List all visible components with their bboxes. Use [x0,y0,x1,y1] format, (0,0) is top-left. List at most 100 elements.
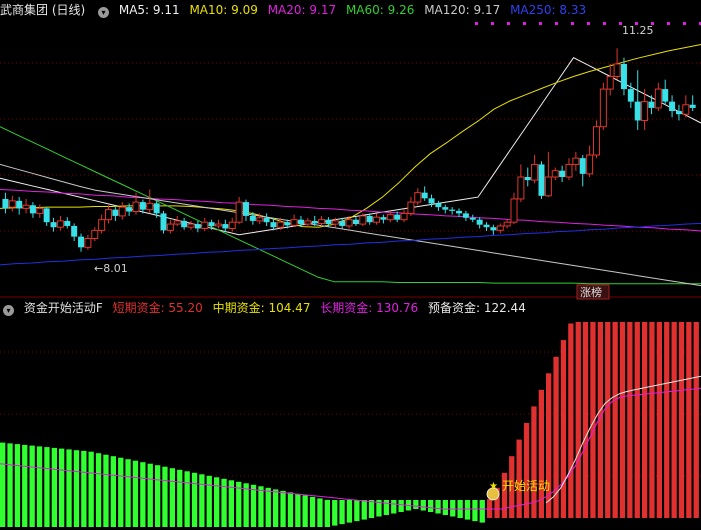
candle-body[interactable] [98,219,106,231]
fund-bar[interactable] [442,500,448,515]
candle-body[interactable] [36,207,44,214]
fund-bar[interactable] [177,469,183,527]
fund-bar[interactable] [66,449,72,527]
fund-bar[interactable] [162,466,168,527]
fund-bar[interactable] [206,475,212,527]
fund-bar[interactable] [361,500,367,520]
fund-bar[interactable] [450,500,456,517]
fund-bar[interactable] [191,472,198,527]
candle-body[interactable] [476,219,483,225]
candle-body[interactable] [50,222,57,228]
fund-bar[interactable] [383,500,389,515]
fund-bar[interactable] [214,477,220,527]
fund-bar[interactable] [619,322,626,518]
candle-body[interactable] [201,221,209,229]
candle-body[interactable] [345,219,353,227]
candle-body[interactable] [641,101,649,121]
candle-body[interactable] [524,176,531,181]
candle-body[interactable] [263,217,270,223]
fund-bar[interactable] [22,444,28,527]
candle-body[interactable] [290,219,298,226]
candle-body[interactable] [112,209,119,216]
fund-bar[interactable] [132,460,139,527]
fund-bar[interactable] [346,500,353,523]
fund-bar[interactable] [560,340,567,518]
limit-up-badge[interactable]: 涨榜 [580,285,602,299]
candle-body[interactable] [297,219,304,225]
candle-body[interactable] [428,198,435,204]
fund-bar[interactable] [656,322,662,518]
candle-body[interactable] [56,220,64,228]
candle-body[interactable] [352,219,359,225]
candle-body[interactable] [531,163,539,181]
fund-bar[interactable] [265,487,271,527]
candle-body[interactable] [551,170,559,178]
candle-body[interactable] [359,215,367,225]
candle-body[interactable] [276,221,284,228]
candle-body[interactable] [414,192,422,203]
fund-bar[interactable] [582,322,589,518]
candle-body[interactable] [400,212,408,221]
candle-body[interactable] [153,203,160,214]
fund-bar[interactable] [155,465,161,527]
candles[interactable] [2,48,696,252]
candle-body[interactable] [339,220,346,226]
candle-body[interactable] [544,176,552,197]
candle-body[interactable] [366,215,373,223]
fund-bar[interactable] [649,322,655,518]
candle-body[interactable] [181,220,188,228]
fund-bar[interactable] [118,457,124,527]
candle-body[interactable] [84,238,92,248]
candle-body[interactable] [456,210,463,214]
candle-body[interactable] [394,214,401,220]
candle-body[interactable] [146,202,154,211]
candle-body[interactable] [228,221,236,229]
candle-body[interactable] [214,223,222,227]
candle-body[interactable] [256,217,264,222]
candle-body[interactable] [380,217,387,220]
fund-bar[interactable] [29,445,35,527]
candle-body[interactable] [586,154,594,175]
fund-bar[interactable] [332,500,338,526]
candle-body[interactable] [483,224,490,228]
candle-body[interactable] [311,220,318,224]
candle-body[interactable] [517,176,525,200]
fund-bar[interactable] [368,500,375,518]
fund-bar[interactable] [664,322,670,518]
fund-bar[interactable] [147,463,153,527]
fund-bar[interactable] [59,448,65,527]
fund-bar[interactable] [287,492,294,527]
fund-bar[interactable] [391,500,397,514]
candle-body[interactable] [669,101,676,112]
fund-bar[interactable] [464,500,471,520]
fund-bar[interactable] [678,322,685,518]
candle-body[interactable] [613,63,621,78]
candle-body[interactable] [91,229,99,240]
fund-bar[interactable] [243,483,249,527]
candle-body[interactable] [105,209,113,221]
fund-bar[interactable] [184,471,190,527]
candle-body[interactable] [331,220,339,225]
fund-bar[interactable] [642,322,648,518]
fund-bars[interactable] [0,322,699,527]
candle-body[interactable] [592,126,600,156]
fund-bar[interactable] [0,442,6,527]
candle-body[interactable] [270,222,277,228]
candle-body[interactable] [462,213,469,218]
candle-body[interactable] [118,206,126,217]
candle-body[interactable] [654,88,662,109]
fund-bar[interactable] [605,322,611,518]
candle-body[interactable] [449,209,456,211]
candle-body[interactable] [166,223,174,231]
candle-body[interactable] [386,214,394,221]
candle-body[interactable] [373,216,381,223]
candle-body[interactable] [490,227,497,231]
fund-bar[interactable] [302,495,308,527]
fund-bar[interactable] [693,322,699,518]
candle-body[interactable] [407,201,415,214]
fund-bar[interactable] [250,484,257,527]
candle-body[interactable] [126,207,133,212]
fund-bar[interactable] [568,323,574,519]
fund-bar[interactable] [88,451,94,527]
candle-body[interactable] [579,158,586,174]
